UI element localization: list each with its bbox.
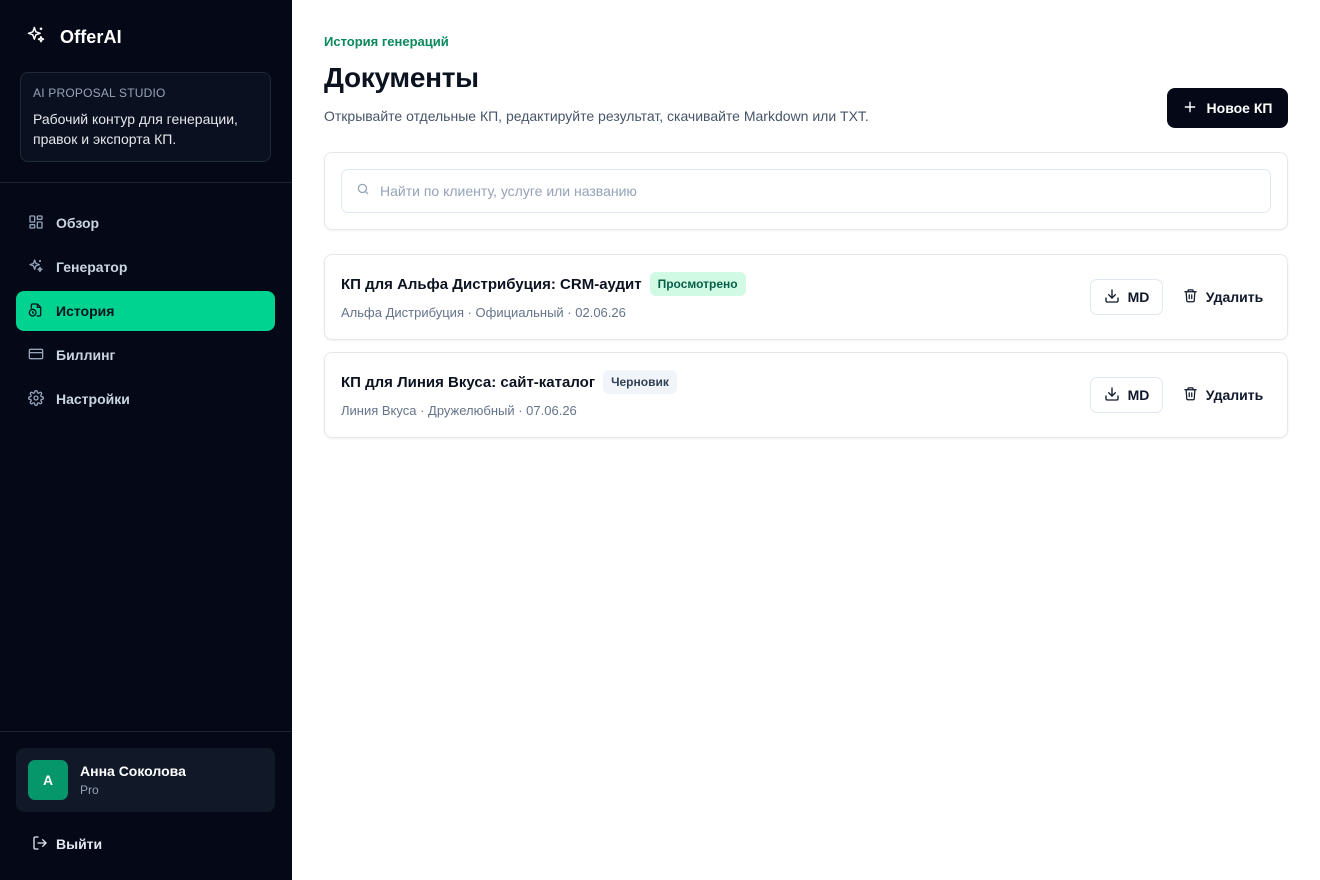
sidebar-item-label: Настройки [56,391,130,407]
brand[interactable]: OfferAI [26,24,122,50]
user-info: Анна Соколова Pro [80,763,186,797]
sidebar-item-generator[interactable]: Генератор [16,247,275,287]
delete-label: Удалить [1205,387,1264,403]
search-input[interactable] [380,183,1240,199]
delete-button[interactable]: Удалить [1175,279,1271,315]
document-title-row: КП для Альфа Дистрибуция: CRM-аудит Прос… [341,271,746,297]
document-card[interactable]: КП для Линия Вкуса: сайт-каталог Чернови… [324,352,1288,438]
sidebar-item-label: Генератор [56,259,128,275]
sidebar-item-settings[interactable]: Настройки [16,379,275,419]
sidebar-item-overview[interactable]: Обзор [16,203,275,243]
brand-name: OfferAI [60,26,122,47]
new-proposal-label: Новое КП [1206,100,1273,116]
download-icon [1104,386,1120,405]
sidebar-nav: Обзор Генератор История Биллинг Настройк… [16,203,275,423]
new-proposal-button[interactable]: Новое КП [1167,88,1288,128]
credit-card-icon [28,346,44,365]
page-kicker: История генераций [324,34,449,49]
search-icon [356,182,370,201]
user-card[interactable]: A Анна Соколова Pro [16,748,275,812]
studio-kicker: AI PROPOSAL STUDIO [33,86,166,100]
logout-button[interactable]: Выйти [32,834,102,854]
trash-icon [1183,288,1198,306]
app-root: OfferAI AI PROPOSAL STUDIO Рабочий конту… [0,0,1320,880]
studio-description: Рабочий контур для генерации, правок и э… [33,111,238,147]
sparkles-icon [26,25,46,50]
page-title: Документы [324,62,479,93]
sidebar-item-label: Биллинг [56,347,116,363]
dashboard-icon [28,214,44,233]
status-badge: Просмотрено [649,272,746,296]
gear-icon [28,389,44,409]
logout-icon [32,835,48,854]
document-title[interactable]: КП для Альфа Дистрибуция: CRM-аудит [341,276,642,293]
download-md-button[interactable]: MD [1090,279,1163,315]
sidebar-item-label: Обзор [56,215,100,231]
sidebar-divider [0,731,292,732]
logout-label: Выйти [56,836,103,852]
sparkles-icon [28,258,44,277]
document-meta: Альфа Дистрибуция · Официальный · 02.06.… [341,305,626,320]
document-meta: Линия Вкуса · Дружелюбный · 07.06.26 [341,403,577,418]
document-history-icon [28,302,44,321]
search-card [324,152,1288,230]
delete-label: Удалить [1205,289,1264,305]
sidebar-item-label: История [56,303,115,319]
download-md-label: MD [1127,387,1150,403]
avatar: A [28,760,68,800]
document-title[interactable]: КП для Линия Вкуса: сайт-каталог [341,374,595,391]
delete-button[interactable]: Удалить [1175,377,1271,413]
trash-icon [1183,386,1198,404]
download-md-label: MD [1127,289,1150,305]
download-icon [1104,288,1120,307]
sidebar-divider [0,182,292,183]
sidebar-item-billing[interactable]: Биллинг [16,335,275,375]
document-title-row: КП для Линия Вкуса: сайт-каталог Чернови… [341,369,677,395]
status-badge: Черновик [603,370,677,394]
plus-icon [1183,100,1197,117]
sidebar-item-history[interactable]: История [16,291,275,331]
user-name: Анна Соколова [80,763,186,779]
user-plan: Pro [80,783,99,797]
download-md-button[interactable]: MD [1090,377,1163,413]
main-content: История генераций Документы Открывайте о… [292,0,1320,880]
studio-card: AI PROPOSAL STUDIO Рабочий контур для ге… [20,72,271,162]
sidebar: OfferAI AI PROPOSAL STUDIO Рабочий конту… [0,0,292,880]
document-card[interactable]: КП для Альфа Дистрибуция: CRM-аудит Прос… [324,254,1288,340]
search-box[interactable] [341,169,1271,213]
page-subtitle: Открывайте отдельные КП, редактируйте ре… [324,108,869,124]
